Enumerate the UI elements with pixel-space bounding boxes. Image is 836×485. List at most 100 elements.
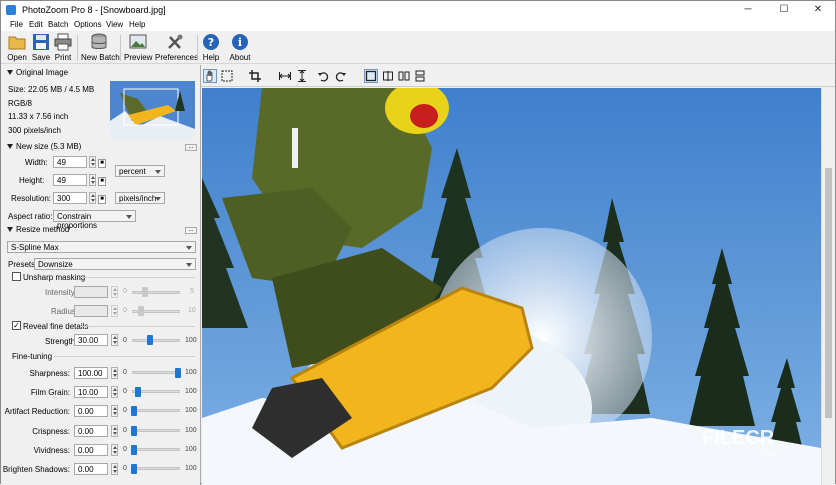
preview-button[interactable]: Preview: [124, 33, 152, 63]
resize-method-header[interactable]: Resize method: [7, 225, 69, 234]
app-window: PhotoZoom Pro 8 - [Snowboard.jpg] ─ ☐ ✕ …: [0, 0, 836, 485]
preferences-button[interactable]: Preferences: [155, 33, 198, 63]
sharpness-slider-thumb[interactable]: [175, 368, 181, 378]
resize-method-select[interactable]: S-Spline Max: [7, 241, 196, 253]
sharpness-input[interactable]: 100.00: [74, 367, 108, 379]
scrollbar-thumb[interactable]: [825, 168, 832, 418]
strength-min: 0: [123, 337, 127, 344]
width-spinner[interactable]: [89, 156, 96, 168]
resolution-input[interactable]: 300: [53, 192, 87, 204]
rotate-left-button[interactable]: [316, 69, 330, 83]
resize-options-button[interactable]: ...: [185, 227, 197, 234]
artifact-reduction-label: Artifact Reduction:: [4, 407, 70, 416]
sharpness-label: Sharpness:: [29, 369, 70, 378]
brighten-shadows-slider-track[interactable]: [132, 467, 180, 470]
presets-select[interactable]: Downsize: [34, 258, 196, 270]
rotate-right-button[interactable]: [334, 69, 348, 83]
radius-spinner[interactable]: [111, 305, 118, 317]
resolution-spinner[interactable]: [89, 192, 96, 204]
sharpness-slider-track[interactable]: [132, 371, 180, 374]
zoom-select-button[interactable]: [220, 69, 234, 83]
menu-file[interactable]: File: [10, 20, 23, 29]
fit-width-button[interactable]: [278, 69, 292, 83]
width-input[interactable]: 49: [53, 156, 87, 168]
single-view-button[interactable]: [364, 69, 378, 83]
crispness-min: 0: [123, 427, 127, 434]
crop-button[interactable]: [248, 69, 262, 83]
intensity-slider-thumb[interactable]: [142, 287, 148, 297]
settings-panel: Original Image Size: 22.05 MB / 4.5 MB R…: [1, 65, 201, 485]
help-button[interactable]: ? Help: [201, 33, 221, 63]
reveal-fine-details-checkbox[interactable]: ✓: [12, 321, 21, 330]
menu-help[interactable]: Help: [129, 20, 145, 29]
resolution-unit-select[interactable]: pixels/inch: [115, 192, 165, 204]
radius-slider-thumb[interactable]: [138, 306, 144, 316]
fit-height-button[interactable]: [295, 69, 309, 83]
menu-view[interactable]: View: [106, 20, 123, 29]
vividness-input[interactable]: 0.00: [74, 444, 108, 456]
film-grain-slider-thumb[interactable]: [135, 387, 141, 397]
artifact-reduction-input[interactable]: 0.00: [74, 405, 108, 417]
tools-icon: [168, 34, 183, 49]
crispness-label: Crispness:: [32, 427, 70, 436]
height-spinner[interactable]: [89, 174, 96, 186]
hand-tool-button[interactable]: [203, 69, 217, 83]
brighten-shadows-spinner[interactable]: [111, 463, 118, 475]
new-size-options-button[interactable]: ...: [185, 144, 197, 151]
about-button[interactable]: i About: [228, 33, 252, 63]
split-view-button[interactable]: [381, 69, 395, 83]
image-canvas[interactable]: FILECR .com: [202, 88, 821, 485]
unsharp-masking-checkbox[interactable]: [12, 272, 21, 281]
top-bottom-button[interactable]: [413, 69, 427, 83]
preview-label: Preview: [124, 53, 153, 62]
aspect-ratio-select[interactable]: Constrain proportions: [53, 210, 136, 230]
strength-spinner[interactable]: [111, 334, 118, 346]
close-button[interactable]: ✕: [801, 1, 835, 19]
crispness-spinner[interactable]: [111, 425, 118, 437]
save-button[interactable]: Save: [30, 33, 52, 63]
maximize-button[interactable]: ☐: [767, 1, 801, 19]
menu-options[interactable]: Options: [74, 20, 102, 29]
single-view-icon: [365, 70, 377, 82]
strength-input[interactable]: 30.00: [74, 334, 108, 346]
print-button[interactable]: Print: [53, 33, 73, 63]
crispness-slider-thumb[interactable]: [131, 426, 137, 436]
sharpness-spinner[interactable]: [111, 367, 118, 379]
original-image-header[interactable]: Original Image: [7, 68, 68, 77]
toolbar-separator: [197, 35, 198, 61]
intensity-spinner[interactable]: [111, 286, 118, 298]
open-button[interactable]: Open: [5, 33, 29, 63]
artifact-reduction-spinner[interactable]: [111, 405, 118, 417]
film-grain-input[interactable]: 10.00: [74, 386, 108, 398]
link-resolution-icon[interactable]: ■: [98, 195, 106, 204]
artifact-reduction-slider-track[interactable]: [132, 409, 180, 412]
menu-batch[interactable]: Batch: [48, 20, 68, 29]
strength-slider-thumb[interactable]: [147, 335, 153, 345]
vertical-scrollbar[interactable]: [821, 88, 835, 485]
height-label: Height:: [19, 176, 45, 185]
intensity-input[interactable]: [74, 286, 108, 298]
new-batch-button[interactable]: New Batch: [81, 33, 120, 63]
side-by-side-button[interactable]: [397, 69, 411, 83]
brighten-shadows-slider-thumb[interactable]: [131, 464, 137, 474]
link-width-icon[interactable]: ■: [98, 159, 106, 168]
crispness-slider-track[interactable]: [132, 429, 180, 432]
height-input[interactable]: 49: [53, 174, 87, 186]
film-grain-spinner[interactable]: [111, 386, 118, 398]
intensity-slider-track[interactable]: [132, 291, 180, 294]
new-size-header[interactable]: New size (5.3 MB): [7, 142, 81, 151]
vividness-slider-thumb[interactable]: [131, 445, 137, 455]
vividness-spinner[interactable]: [111, 444, 118, 456]
brighten-shadows-input[interactable]: 0.00: [74, 463, 108, 475]
vividness-min: 0: [123, 446, 127, 453]
artifact-reduction-slider-thumb[interactable]: [131, 406, 137, 416]
size-unit-select[interactable]: percent: [115, 165, 165, 177]
strength-slider-track[interactable]: [132, 339, 180, 342]
vividness-slider-track[interactable]: [132, 448, 180, 451]
radius-min: 0: [123, 307, 127, 314]
menu-edit[interactable]: Edit: [29, 20, 43, 29]
radius-input[interactable]: [74, 305, 108, 317]
crispness-input[interactable]: 0.00: [74, 425, 108, 437]
minimize-button[interactable]: ─: [731, 1, 765, 19]
link-height-icon[interactable]: ■: [98, 177, 106, 186]
